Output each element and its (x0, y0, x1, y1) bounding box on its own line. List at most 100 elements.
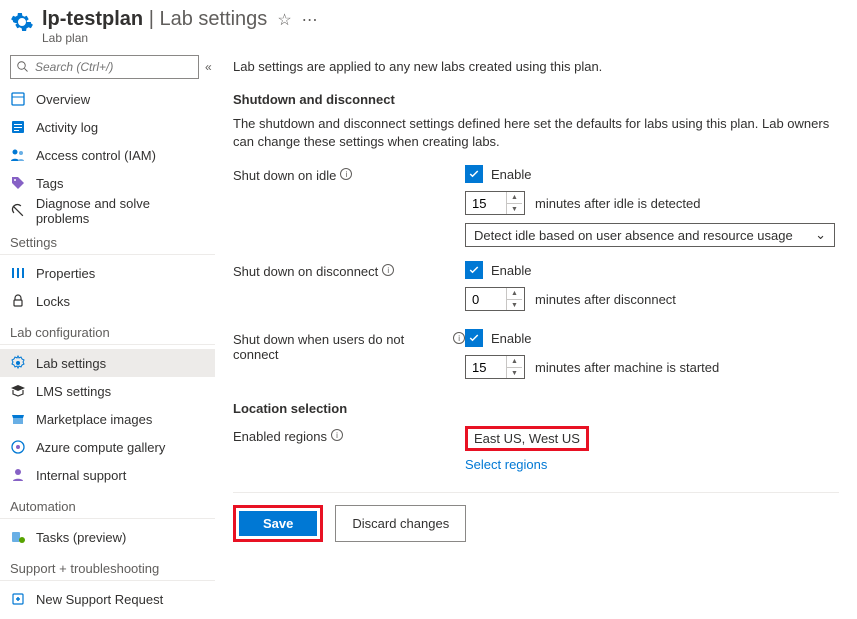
idle-suffix: minutes after idle is detected (535, 196, 700, 211)
favorite-star-icon[interactable]: ☆ (277, 10, 291, 30)
footer-buttons: Save Discard changes (233, 492, 839, 542)
idle-label: Shut down on idle (233, 168, 336, 183)
regions-label: Enabled regions (233, 429, 327, 444)
page-title: Lab settings (159, 8, 267, 30)
properties-icon (10, 265, 26, 281)
sidebar-item-label: Marketplace images (36, 412, 152, 427)
chevron-down-icon: ⌄ (815, 227, 826, 243)
gallery-icon (10, 439, 26, 455)
spinner-up-icon[interactable]: ▲ (507, 192, 522, 204)
idle-minutes-input[interactable] (466, 192, 506, 214)
title-separator: | (149, 8, 154, 30)
sidebar-item-label: Tags (36, 176, 63, 191)
sidebar-item-label: Activity log (36, 120, 98, 135)
dropdown-value: Detect idle based on user absence and re… (474, 228, 793, 243)
select-regions-link[interactable]: Select regions (465, 457, 547, 472)
search-input[interactable] (35, 60, 192, 74)
iam-icon (10, 147, 26, 163)
intro-text: Lab settings are applied to any new labs… (233, 59, 839, 74)
enable-label: Enable (491, 167, 531, 182)
tags-icon (10, 175, 26, 191)
sidebar-item-label: LMS settings (36, 384, 111, 399)
location-heading: Location selection (233, 401, 839, 416)
disconnect-enable-checkbox[interactable] (465, 261, 483, 279)
sidebar-item-marketplace[interactable]: Marketplace images (0, 405, 215, 433)
support-request-icon (10, 591, 26, 607)
sidebar-item-label: Internal support (36, 468, 126, 483)
overview-icon (10, 91, 26, 107)
noconnect-suffix: minutes after machine is started (535, 360, 719, 375)
idle-enable-checkbox[interactable] (465, 165, 483, 183)
sidebar-item-label: Lab settings (36, 356, 106, 371)
regions-value: East US, West US (474, 431, 580, 446)
sidebar-item-lms[interactable]: LMS settings (0, 377, 215, 405)
sidebar-item-label: New Support Request (36, 592, 163, 607)
main-content: Lab settings are applied to any new labs… (215, 49, 857, 619)
sidebar-item-locks[interactable]: Locks (0, 287, 215, 315)
sidebar-item-label: Access control (IAM) (36, 148, 156, 163)
disconnect-minutes-spinner[interactable]: ▲▼ (465, 287, 525, 311)
spinner-down-icon[interactable]: ▼ (507, 204, 522, 215)
sidebar-section-labconfig: Lab configuration (0, 315, 215, 345)
search-icon (17, 61, 29, 73)
sidebar-item-lab-settings[interactable]: Lab settings (0, 349, 215, 377)
lock-icon (10, 293, 26, 309)
noconnect-label: Shut down when users do not connect (233, 332, 449, 362)
enable-label: Enable (491, 263, 531, 278)
idle-minutes-spinner[interactable]: ▲▼ (465, 191, 525, 215)
diagnose-icon (10, 203, 26, 219)
save-highlight: Save (233, 505, 323, 542)
gear-icon (10, 10, 34, 34)
marketplace-icon (10, 411, 26, 427)
support-icon (10, 467, 26, 483)
sidebar-item-gallery[interactable]: Azure compute gallery (0, 433, 215, 461)
enable-label: Enable (491, 331, 531, 346)
spinner-down-icon[interactable]: ▼ (507, 368, 522, 379)
sidebar: « Overview Activity log Access control (… (0, 49, 215, 619)
spinner-down-icon[interactable]: ▼ (507, 300, 522, 311)
noconnect-minutes-input[interactable] (466, 356, 506, 378)
info-icon[interactable]: i (382, 264, 394, 276)
tasks-icon (10, 529, 26, 545)
noconnect-minutes-spinner[interactable]: ▲▼ (465, 355, 525, 379)
sidebar-item-iam[interactable]: Access control (IAM) (0, 141, 215, 169)
info-icon[interactable]: i (340, 168, 352, 180)
sidebar-item-label: Overview (36, 92, 90, 107)
save-button[interactable]: Save (239, 511, 317, 536)
resource-type: Lab plan (42, 31, 318, 45)
sidebar-item-label: Azure compute gallery (36, 440, 165, 455)
sidebar-item-diagnose[interactable]: Diagnose and solve problems (0, 197, 215, 225)
more-icon[interactable]: ⋯ (302, 10, 318, 30)
search-box[interactable] (10, 55, 199, 79)
sidebar-section-automation: Automation (0, 489, 215, 519)
activity-log-icon (10, 119, 26, 135)
sidebar-item-tasks[interactable]: Tasks (preview) (0, 523, 215, 551)
gear-icon (10, 355, 26, 371)
resource-name: lp-testplan (42, 8, 143, 30)
discard-button[interactable]: Discard changes (335, 505, 466, 542)
disconnect-suffix: minutes after disconnect (535, 292, 676, 307)
info-icon[interactable]: i (331, 429, 343, 441)
sidebar-item-support[interactable]: Internal support (0, 461, 215, 489)
sidebar-section-troubleshooting: Support + troubleshooting (0, 551, 215, 581)
collapse-sidebar-icon[interactable]: « (205, 60, 212, 74)
sidebar-item-overview[interactable]: Overview (0, 85, 215, 113)
sidebar-item-label: Properties (36, 266, 95, 281)
sidebar-item-tags[interactable]: Tags (0, 169, 215, 197)
disconnect-label: Shut down on disconnect (233, 264, 378, 279)
sidebar-item-properties[interactable]: Properties (0, 259, 215, 287)
lms-icon (10, 383, 26, 399)
page-header: lp-testplan | Lab settings ☆ ⋯ Lab plan (0, 0, 857, 49)
spinner-up-icon[interactable]: ▲ (507, 356, 522, 368)
sidebar-item-label: Tasks (preview) (36, 530, 126, 545)
spinner-up-icon[interactable]: ▲ (507, 288, 522, 300)
sidebar-item-activity[interactable]: Activity log (0, 113, 215, 141)
idle-detection-dropdown[interactable]: Detect idle based on user absence and re… (465, 223, 835, 247)
sidebar-item-label: Locks (36, 294, 70, 309)
sidebar-item-new-support[interactable]: New Support Request (0, 585, 215, 613)
info-icon[interactable]: i (453, 332, 465, 344)
noconnect-enable-checkbox[interactable] (465, 329, 483, 347)
regions-value-highlight: East US, West US (465, 426, 589, 451)
sidebar-section-settings: Settings (0, 225, 215, 255)
disconnect-minutes-input[interactable] (466, 288, 506, 310)
